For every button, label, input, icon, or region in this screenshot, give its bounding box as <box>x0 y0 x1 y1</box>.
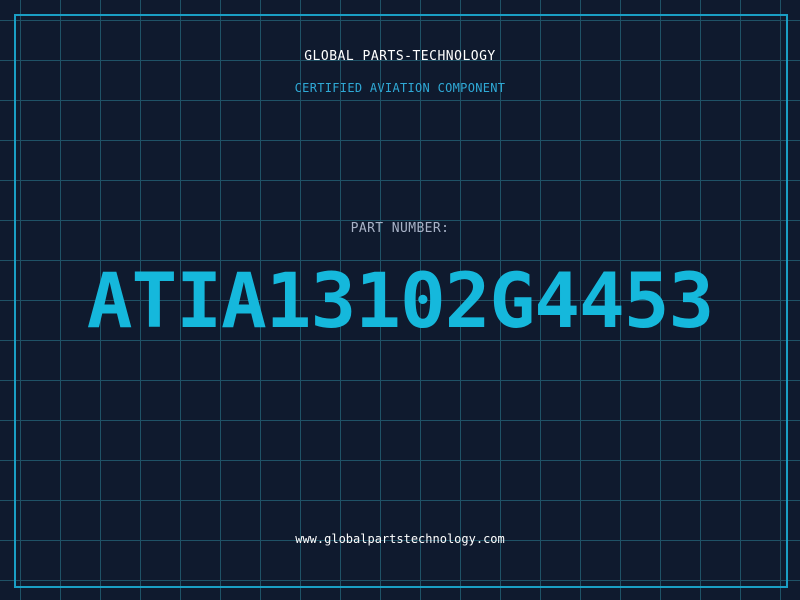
part-card: GLOBAL PARTS-TECHNOLOGY CERTIFIED AVIATI… <box>0 0 800 600</box>
part-number-value: ATIA13102G4453 <box>86 256 715 345</box>
website-url: www.globalpartstechnology.com <box>295 532 505 546</box>
brand-name: GLOBAL PARTS-TECHNOLOGY <box>304 49 496 64</box>
certification-tagline: CERTIFIED AVIATION COMPONENT <box>294 81 506 95</box>
part-number-label: PART NUMBER: <box>350 221 450 236</box>
